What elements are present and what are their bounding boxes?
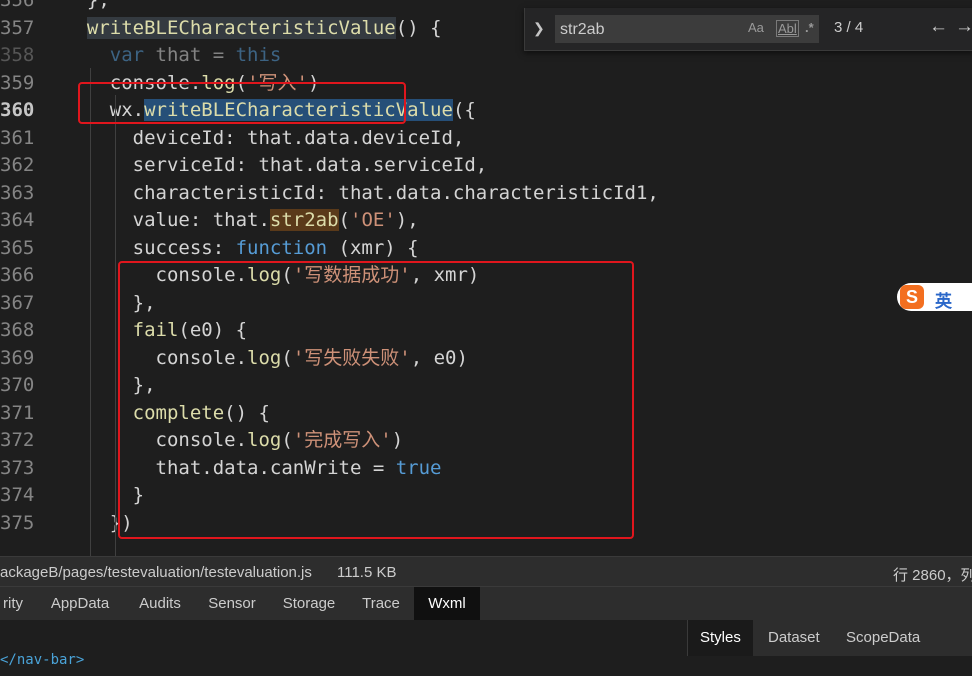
match-case-button[interactable]: Aa bbox=[748, 20, 764, 35]
ime-status-bar[interactable]: S 英 bbox=[897, 283, 972, 311]
code-editor[interactable]: 356 }, 357 writeBLECharacteristicValue() … bbox=[0, 0, 972, 556]
line-number: 373 bbox=[0, 456, 35, 479]
line-number: 359 bbox=[0, 71, 35, 94]
code-text: var that = this bbox=[64, 42, 282, 70]
code-text: }, bbox=[64, 0, 110, 15]
code-token: this bbox=[235, 44, 282, 66]
tab-security[interactable]: rity bbox=[0, 587, 26, 621]
tab-wxml[interactable]: Wxml bbox=[414, 587, 480, 621]
side-panel-tabs: Styles Dataset ScopeData bbox=[687, 620, 972, 656]
cursor-position[interactable]: 行 2860，列 bbox=[893, 564, 972, 585]
highlight-box-callbacks bbox=[118, 261, 634, 539]
code-token: }, bbox=[64, 0, 110, 11]
code-token: () { bbox=[395, 16, 442, 39]
indent-guide bbox=[90, 68, 91, 556]
tab-appdata[interactable]: AppData bbox=[42, 587, 118, 621]
line-number: 370 bbox=[0, 374, 35, 396]
line-number: 367 bbox=[0, 291, 35, 314]
code-line[interactable]: 364 value: that.str2ab('OE'), bbox=[0, 207, 972, 235]
code-token: characteristicId: that.data.characterist… bbox=[64, 181, 659, 204]
wxml-panel: </nav-bar> Styles Dataset ScopeData bbox=[0, 620, 972, 676]
code-text: serviceId: that.data.serviceId, bbox=[64, 152, 488, 180]
highlight-box-console-log bbox=[78, 82, 406, 124]
use-regex-button[interactable]: .* bbox=[805, 20, 814, 35]
code-line[interactable]: 362 serviceId: that.data.serviceId, bbox=[0, 152, 972, 180]
line-number: 371 bbox=[0, 401, 35, 424]
line-number: 361 bbox=[0, 126, 35, 149]
line-number: 372 bbox=[0, 429, 35, 451]
tab-scopedata[interactable]: ScopeData bbox=[846, 620, 920, 656]
file-size: 111.5 KB bbox=[337, 564, 397, 581]
line-number: 363 bbox=[0, 181, 35, 204]
wxml-node-nav-bar[interactable]: </nav-bar> bbox=[0, 652, 84, 668]
code-token: str2ab bbox=[269, 209, 339, 231]
line-number: 362 bbox=[0, 154, 35, 176]
code-token: ( bbox=[338, 209, 350, 231]
line-number: 358 bbox=[0, 44, 35, 66]
sogou-logo-icon: S bbox=[900, 285, 924, 309]
code-token: 'OE' bbox=[350, 209, 396, 231]
toggle-replace-chevron-icon[interactable]: ❯ bbox=[533, 20, 545, 37]
code-token: that = bbox=[144, 44, 236, 66]
code-text: success: function (xmr) { bbox=[64, 235, 419, 263]
line-number: 375 bbox=[0, 511, 35, 534]
line-number: 369 bbox=[0, 346, 35, 369]
code-token: writeBLECharacteristicValue bbox=[86, 16, 396, 39]
tab-sensor[interactable]: Sensor bbox=[200, 587, 264, 621]
line-number: 357 bbox=[0, 16, 35, 39]
line-number: 356 bbox=[0, 0, 35, 11]
previous-match-arrow-icon[interactable]: ← bbox=[929, 16, 948, 38]
indent-guide bbox=[115, 95, 116, 556]
line-number: 364 bbox=[0, 209, 35, 231]
tab-storage[interactable]: Storage bbox=[274, 587, 344, 621]
code-token: ({ bbox=[452, 99, 476, 121]
line-number: 365 bbox=[0, 236, 35, 259]
tab-dataset[interactable]: Dataset bbox=[768, 620, 820, 656]
code-line[interactable]: 365 success: function (xmr) { bbox=[0, 235, 972, 263]
match-whole-word-button[interactable]: Abl bbox=[776, 20, 799, 37]
code-token: serviceId: that.data.serviceId, bbox=[64, 154, 488, 176]
file-path: ackageB/pages/testevaluation/testevaluat… bbox=[0, 564, 312, 581]
line-number: 360 bbox=[0, 99, 35, 121]
code-line[interactable]: 361 deviceId: that.data.deviceId, bbox=[0, 125, 972, 153]
status-bar: ackageB/pages/testevaluation/testevaluat… bbox=[0, 556, 972, 587]
ime-mode-label[interactable]: 英 bbox=[935, 287, 952, 312]
find-widget: ❯ str2ab Aa Abl .* 3 / 4 ← → bbox=[524, 8, 972, 51]
line-number: 368 bbox=[0, 319, 35, 341]
next-match-arrow-icon[interactable]: → bbox=[955, 16, 972, 38]
line-number: 374 bbox=[0, 484, 35, 506]
tab-trace[interactable]: Trace bbox=[354, 587, 408, 621]
code-text: deviceId: that.data.deviceId, bbox=[64, 125, 465, 153]
match-count: 3 / 4 bbox=[834, 19, 864, 36]
code-token: value: that. bbox=[64, 209, 270, 231]
line-number: 366 bbox=[0, 264, 35, 286]
code-token: (xmr) { bbox=[327, 236, 419, 259]
tab-styles[interactable]: Styles bbox=[688, 620, 753, 656]
devtools-tab-bar: rity AppData Audits Sensor Storage Trace… bbox=[0, 586, 972, 622]
code-text: characteristicId: that.data.characterist… bbox=[64, 180, 659, 208]
code-token: var bbox=[109, 44, 145, 66]
code-line[interactable]: 363 characteristicId: that.data.characte… bbox=[0, 180, 972, 208]
tab-audits[interactable]: Audits bbox=[130, 587, 190, 621]
code-token: deviceId: that.data.deviceId, bbox=[64, 126, 465, 149]
code-token: function bbox=[235, 236, 328, 259]
code-text: value: that.str2ab('OE'), bbox=[64, 207, 419, 235]
code-token: ), bbox=[395, 209, 419, 231]
code-text: writeBLECharacteristicValue() { bbox=[64, 15, 442, 43]
